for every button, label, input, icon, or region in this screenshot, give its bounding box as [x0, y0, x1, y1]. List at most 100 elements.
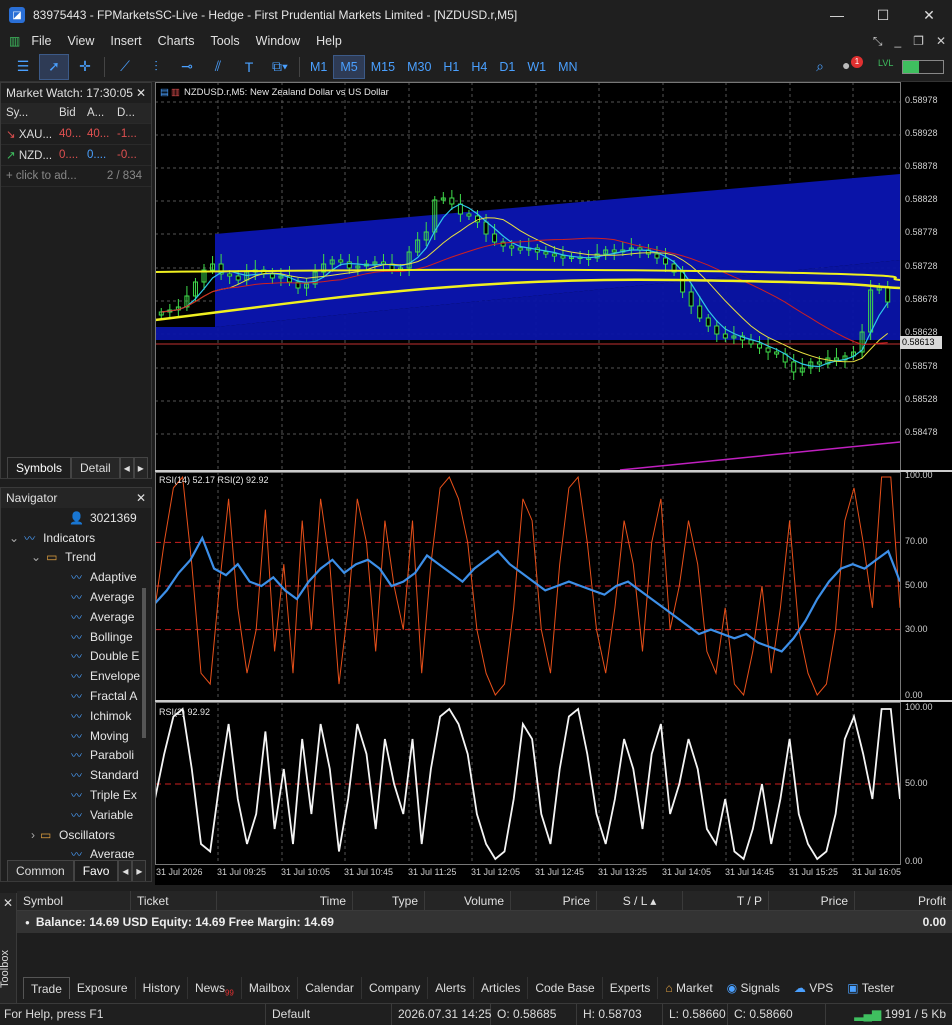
nav-trend-item[interactable]: 〰 Double E	[1, 647, 151, 667]
nav-osc-item[interactable]: 〰 Average	[1, 845, 151, 858]
timeframe-m15[interactable]: M15	[365, 55, 401, 79]
menu-help[interactable]: Help	[308, 34, 350, 48]
column-ask[interactable]: A...	[87, 107, 117, 119]
close-icon[interactable]: ✕	[3, 896, 13, 910]
mdi-close-button[interactable]: ✕	[936, 34, 946, 48]
tab-market[interactable]: ⌂ Market	[658, 977, 719, 999]
col-price-current[interactable]: Price	[769, 890, 855, 911]
menu-list-icon[interactable]: ☰	[8, 54, 38, 80]
col-volume[interactable]: Volume	[425, 890, 511, 911]
tab-details[interactable]: Detail	[71, 457, 120, 478]
add-symbol-row[interactable]: + click to ad... 2 / 834	[1, 166, 151, 187]
tab-history[interactable]: History	[136, 977, 188, 999]
search-icon[interactable]: ⌕	[805, 54, 835, 80]
menu-view[interactable]: View	[60, 34, 103, 48]
nav-trend-item[interactable]: 〰 Paraboli	[1, 746, 151, 766]
chart-canvas[interactable]	[154, 82, 952, 885]
navigator-scrollbar[interactable]	[142, 588, 146, 738]
tab-exposure[interactable]: Exposure	[70, 977, 136, 999]
timeframe-h4[interactable]: H4	[465, 55, 493, 79]
menu-window[interactable]: Window	[248, 34, 308, 48]
nav-trend-item[interactable]: 〰 Average	[1, 587, 151, 607]
col-tp[interactable]: T / P	[683, 890, 769, 911]
col-profit[interactable]: Profit	[855, 891, 952, 911]
shapes-icon[interactable]: ⧉▾	[265, 54, 295, 80]
mdi-restore-button[interactable]: ❐	[913, 34, 924, 48]
menu-tools[interactable]: Tools	[202, 34, 247, 48]
trendline-icon[interactable]: ⟋	[110, 54, 140, 80]
tab-experts[interactable]: Experts	[603, 977, 659, 999]
tab-favorites[interactable]: Favo	[73, 860, 119, 881]
tab-scroll-right-icon[interactable]: ▸	[133, 457, 148, 478]
status-profile[interactable]: Default	[266, 1003, 392, 1025]
tab-scroll-left-icon[interactable]: ◂	[119, 457, 134, 478]
minimize-button[interactable]: —	[814, 0, 860, 30]
tab-vps[interactable]: ☁ VPS	[787, 977, 840, 999]
menu-file[interactable]: File	[23, 34, 59, 48]
timeframe-m30[interactable]: M30	[401, 55, 437, 79]
col-sl[interactable]: S / L ▴	[597, 890, 683, 911]
mdi-minimize-button[interactable]: _	[894, 34, 901, 48]
nav-trend[interactable]: ⌄ ▭ Trend	[1, 548, 151, 568]
nav-trend-item[interactable]: 〰 Average	[1, 607, 151, 627]
tab-common[interactable]: Common	[7, 860, 74, 881]
tab-alerts[interactable]: Alerts	[428, 977, 474, 999]
tab-mailbox[interactable]: Mailbox	[242, 977, 299, 999]
signal-level-icon[interactable]: LVL	[878, 58, 893, 68]
text-icon[interactable]: T	[234, 54, 264, 80]
nav-trend-item[interactable]: 〰 Adaptive	[1, 567, 151, 587]
notification-icon[interactable]: ●	[842, 57, 850, 73]
timeframe-m5[interactable]: M5	[333, 54, 365, 79]
market-watch-row[interactable]: ↗ NZD... 0.... 0.... -0...	[1, 145, 151, 166]
chart-window[interactable]: ▤ ▥ NZDUSD.r,M5: New Zealand Dollar vs US…	[154, 82, 952, 885]
crosshair-icon[interactable]: ✛	[70, 54, 100, 80]
vertical-line-icon[interactable]: ⫶	[141, 54, 171, 80]
timeframe-h1[interactable]: H1	[437, 55, 465, 79]
tab-company[interactable]: Company	[362, 977, 429, 999]
tab-code-base[interactable]: Code Base	[528, 977, 603, 999]
column-daily[interactable]: D...	[117, 107, 147, 119]
nav-trend-item[interactable]: 〰 Standard	[1, 765, 151, 785]
market-watch-row[interactable]: ↘ XAU... 40... 40... -1...	[1, 124, 151, 145]
maximize-button[interactable]: ☐	[860, 0, 906, 30]
nav-trend-item[interactable]: 〰 Moving	[1, 726, 151, 746]
tab-news[interactable]: News99	[188, 977, 242, 999]
col-type[interactable]: Type	[353, 890, 425, 911]
tab-scroll-left-icon[interactable]: ◂	[118, 860, 133, 881]
channel-icon[interactable]: ⫽	[203, 54, 233, 80]
col-price[interactable]: Price	[511, 890, 597, 911]
balance-row[interactable]: ● Balance: 14.69 USD Equity: 14.69 Free …	[17, 911, 952, 933]
timeframe-w1[interactable]: W1	[521, 55, 552, 79]
tab-symbols[interactable]: Symbols	[7, 457, 72, 478]
tab-trade[interactable]: Trade	[23, 977, 70, 999]
tab-scroll-right-icon[interactable]: ▸	[132, 860, 147, 881]
col-symbol[interactable]: Symbol	[17, 890, 131, 911]
nav-oscillators[interactable]: › ▭ Oscillators	[1, 825, 151, 845]
nav-trend-item[interactable]: 〰 Fractal A	[1, 686, 151, 706]
close-icon[interactable]: ✕	[136, 491, 146, 505]
close-button[interactable]: ✕	[906, 0, 952, 30]
col-ticket[interactable]: Ticket	[131, 890, 217, 911]
nav-account[interactable]: 👤 3021369	[1, 508, 151, 528]
column-bid[interactable]: Bid	[59, 107, 87, 119]
nav-trend-item[interactable]: 〰 Envelope	[1, 666, 151, 686]
timeframe-mn[interactable]: MN	[552, 55, 583, 79]
nav-trend-item[interactable]: 〰 Variable	[1, 805, 151, 825]
nav-trend-item[interactable]: 〰 Ichimok	[1, 706, 151, 726]
nav-trend-item[interactable]: 〰 Triple Ex	[1, 785, 151, 805]
close-icon[interactable]: ✕	[136, 86, 146, 100]
column-symbol[interactable]: Sy...	[1, 107, 59, 119]
horizontal-line-icon[interactable]: ⊸	[172, 54, 202, 80]
pin-icon[interactable]: ⤡	[873, 34, 883, 49]
menu-charts[interactable]: Charts	[150, 34, 203, 48]
col-time[interactable]: Time	[217, 890, 353, 911]
timeframe-m1[interactable]: M1	[304, 55, 333, 79]
nav-trend-item[interactable]: 〰 Bollinge	[1, 627, 151, 647]
tab-calendar[interactable]: Calendar	[298, 977, 362, 999]
nav-indicators[interactable]: ⌄ 〰 Indicators	[1, 528, 151, 548]
tab-tester[interactable]: ▣ Tester	[840, 977, 901, 999]
menu-insert[interactable]: Insert	[102, 34, 149, 48]
timeframe-d1[interactable]: D1	[493, 55, 521, 79]
cursor-icon[interactable]: ➚	[39, 53, 69, 80]
tab-signals[interactable]: ◉ Signals	[720, 977, 787, 999]
